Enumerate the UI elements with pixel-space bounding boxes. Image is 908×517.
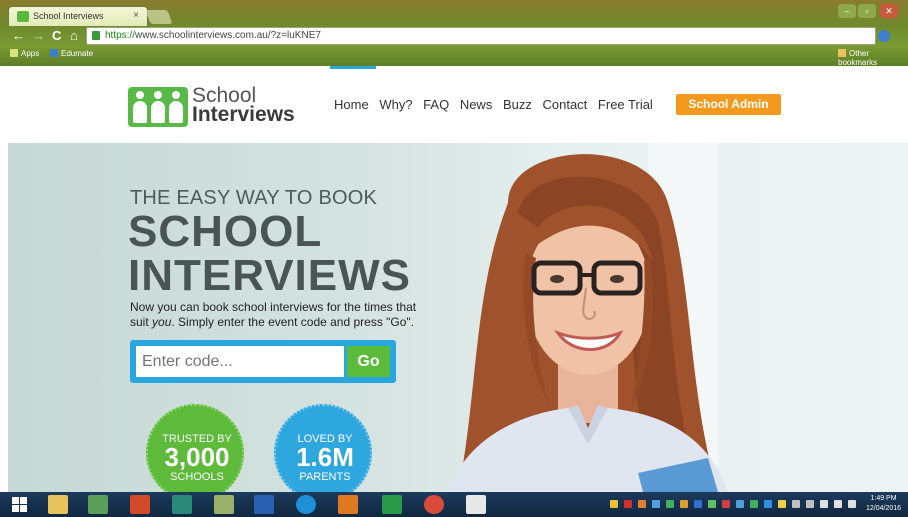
publisher-icon[interactable] [172,495,192,514]
bookmarks-bar: Apps Edumate Other bookmarks [0,47,908,67]
internet-explorer-icon[interactable] [296,495,316,514]
back-arrow-icon[interactable]: ← [12,28,25,43]
extension-icon[interactable] [878,30,890,42]
folder-icon [838,49,846,57]
reload-icon[interactable]: C [52,28,61,43]
close-window-icon[interactable]: ✕ [880,4,898,18]
tab-title: School Interviews [33,11,104,21]
hero-subtext-line1: Now you can book school interviews for t… [130,300,417,314]
apps-grid-icon [10,49,18,57]
go-button[interactable]: Go [347,346,390,377]
home-icon[interactable]: ⌂ [70,28,78,43]
nav-home[interactable]: Home [334,97,369,112]
browser-chrome: School Interviews × – ▫ ✕ ← → C ⌂ https:… [0,0,908,67]
tab-close-icon[interactable]: × [133,10,139,21]
store-icon[interactable] [382,495,402,514]
taskbar-clock[interactable]: 1:49 PM 12/04/2016 [866,494,901,514]
nav-news[interactable]: News [460,97,493,112]
people-logo-icon [128,87,188,127]
hero-title-line2: INTERVIEWS [128,251,412,300]
trusted-by-badge: TRUSTED BY 3,000 SCHOOLS [146,404,244,492]
browser-tab[interactable]: School Interviews × [8,6,148,26]
word-icon[interactable] [254,495,274,514]
chrome-icon[interactable] [424,495,444,514]
school-admin-button[interactable]: School Admin [676,94,781,115]
excel-icon[interactable] [88,495,108,514]
loved-by-badge: LOVED BY 1.6M PARENTS [274,404,372,492]
edumate-icon [50,49,58,57]
onenote-icon[interactable] [338,495,358,514]
forward-arrow-icon[interactable]: → [32,28,45,43]
windows-start-icon[interactable] [12,497,27,512]
teacher-portrait-image [448,154,728,492]
url-scheme: https:// [105,30,136,41]
main-nav: Home Why? FAQ News Buzz Contact Free Tri… [334,97,660,112]
site-header: School Interviews Home Why? FAQ News Buz… [0,69,908,143]
lock-icon [92,31,100,40]
powerpoint-icon[interactable] [130,495,150,514]
nav-why[interactable]: Why? [379,97,412,112]
maximize-icon[interactable]: ▫ [858,4,876,18]
address-bar[interactable]: https://www.schoolinterviews.com.au/?z=l… [86,27,876,45]
acrobat-icon[interactable] [466,495,486,514]
event-code-form: Go [130,340,396,383]
new-tab-button[interactable] [145,10,173,24]
site-logo[interactable]: School Interviews [128,84,308,127]
hero-section: THE EASY WAY TO BOOK SCHOOL INTERVIEWS N… [8,143,908,492]
url-text: www.schoolinterviews.com.au/?z=luKNE7 [135,30,321,41]
nav-buzz[interactable]: Buzz [503,97,532,112]
bookmark-edumate[interactable]: Edumate [50,49,93,58]
nav-free-trial[interactable]: Free Trial [598,97,653,112]
bookmark-apps[interactable]: Apps [10,49,39,58]
hero-subtext-line2: suit you. Simply enter the event code an… [130,315,415,329]
event-code-input[interactable] [136,346,344,377]
school-interviews-favicon-icon [17,11,29,22]
other-bookmarks[interactable]: Other bookmarks [838,49,908,67]
photos-icon[interactable] [214,495,234,514]
file-explorer-icon[interactable] [48,495,68,514]
nav-contact[interactable]: Contact [542,97,587,112]
logo-text-interviews: Interviews [192,103,295,126]
bookmark-star-icon[interactable]: ☆ [858,28,870,44]
windows-taskbar: 1:49 PM 12/04/2016 [0,492,908,517]
nav-faq[interactable]: FAQ [423,97,449,112]
hero-title-line1: SCHOOL [128,207,323,256]
minimize-icon[interactable]: – [838,4,856,18]
